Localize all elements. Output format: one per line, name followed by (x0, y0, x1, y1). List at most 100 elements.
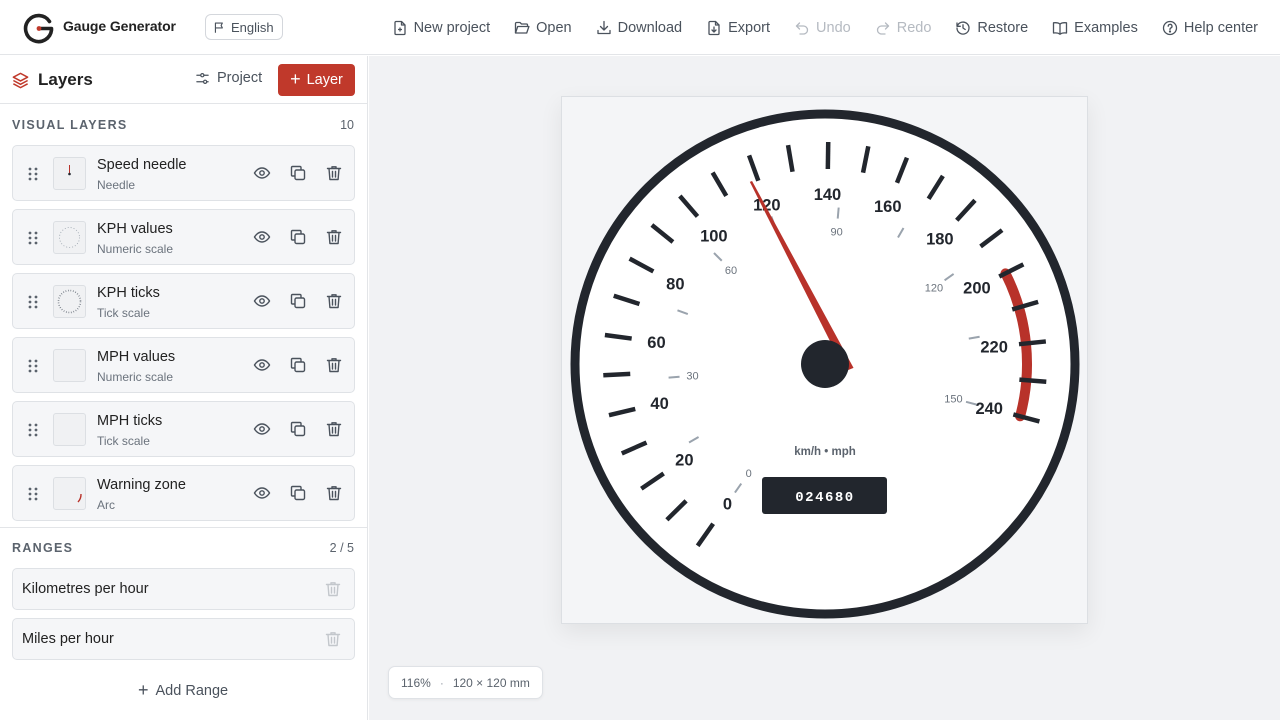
mph-label: 0 (746, 468, 752, 480)
layer-item-mph-values[interactable]: MPH values Numeric scale (12, 337, 355, 393)
range-item-kph[interactable]: Kilometres per hour (12, 568, 355, 610)
kph-label: 200 (963, 280, 991, 298)
zoom-level: 116% (401, 675, 431, 690)
file-plus-icon (393, 20, 406, 35)
eye-icon[interactable] (253, 164, 271, 182)
visual-layers-heading: VISUAL LAYERS (12, 118, 128, 132)
gauge-artboard[interactable]: 0 20 40 60 80 100 120 140 160 180 200 220 240 0 30 60 90… (561, 96, 1088, 624)
toolbar: New project Open Download Export Undo Re… (392, 0, 1258, 55)
add-layer-button[interactable]: + Layer (278, 64, 355, 96)
trash-icon[interactable] (324, 630, 342, 648)
top-bar: Gauge Generator English New project Open… (0, 0, 1280, 55)
book-open-icon (1053, 21, 1068, 35)
kph-label: 40 (650, 395, 668, 413)
mph-label: 120 (925, 283, 943, 295)
open-label: Open (536, 19, 572, 36)
help-center-label: Help center (1183, 19, 1258, 36)
kph-label: 0 (723, 495, 732, 513)
mph-tick (668, 375, 680, 379)
drag-handle-icon[interactable] (27, 486, 39, 502)
help-center-button[interactable]: Help center (1162, 20, 1258, 36)
eye-icon[interactable] (253, 420, 271, 438)
drag-handle-icon[interactable] (27, 358, 39, 374)
speedometer-gauge: 0 20 40 60 80 100 120 140 160 180 200 220 240 0 30 60 90… (570, 109, 1080, 619)
layer-item-mph-ticks[interactable]: MPH ticks Tick scale (12, 401, 355, 457)
add-range-button[interactable]: + Add Range (138, 681, 228, 699)
mph-label: 90 (830, 227, 842, 239)
kph-label: 240 (975, 400, 1003, 418)
ranges-count: 2 / 5 (329, 541, 354, 555)
odometer-value: 024680 (795, 490, 854, 506)
new-project-button[interactable]: New project (392, 19, 491, 36)
download-icon (596, 20, 611, 34)
undo-button[interactable]: Undo (794, 20, 851, 36)
duplicate-icon[interactable] (289, 484, 307, 502)
trash-icon[interactable] (325, 484, 343, 502)
needle-hub (801, 340, 849, 388)
kph-label: 220 (980, 339, 1008, 357)
drag-handle-icon[interactable] (27, 166, 39, 182)
project-settings-button[interactable]: Project (195, 70, 262, 86)
layer-name: MPH values (97, 349, 176, 365)
layer-name: Warning zone (97, 477, 186, 493)
examples-label: Examples (1074, 19, 1138, 36)
sidebar-header: Layers Project + Layer (0, 56, 367, 104)
trash-icon[interactable] (324, 580, 342, 598)
kph-tick (1019, 377, 1047, 384)
redo-label: Redo (896, 19, 932, 36)
layer-thumbnail (53, 477, 86, 510)
duplicate-icon[interactable] (289, 292, 307, 310)
flag-icon (214, 21, 223, 33)
trash-icon[interactable] (325, 356, 343, 374)
trash-icon[interactable] (325, 292, 343, 310)
zoom-indicator: 116% · 120 × 120 mm (388, 666, 543, 699)
drag-handle-icon[interactable] (27, 294, 39, 310)
duplicate-icon[interactable] (289, 356, 307, 374)
layer-type: Numeric scale (97, 370, 174, 384)
restore-button[interactable]: Restore (955, 20, 1028, 36)
trash-icon[interactable] (325, 164, 343, 182)
kph-tick (1018, 339, 1047, 347)
layer-item-warning-zone[interactable]: Warning zone Arc (12, 465, 355, 521)
kph-label: 60 (647, 334, 665, 352)
drag-handle-icon[interactable] (27, 230, 39, 246)
open-button[interactable]: Open (514, 19, 572, 36)
sliders-icon (196, 72, 209, 84)
layer-item-speed-needle[interactable]: Speed needle Needle (12, 145, 355, 201)
drag-handle-icon[interactable] (27, 422, 39, 438)
duplicate-icon[interactable] (289, 420, 307, 438)
download-button[interactable]: Download (596, 20, 682, 36)
kph-label: 140 (814, 186, 842, 204)
trash-icon[interactable] (325, 228, 343, 246)
trash-icon[interactable] (325, 420, 343, 438)
range-item-mph[interactable]: Miles per hour (12, 618, 355, 660)
examples-button[interactable]: Examples (1052, 20, 1138, 36)
eye-icon[interactable] (253, 228, 271, 246)
redo-button[interactable]: Redo (875, 19, 932, 36)
duplicate-icon[interactable] (289, 228, 307, 246)
layer-name: Speed needle (97, 157, 187, 173)
mph-label: 60 (725, 265, 737, 277)
sidebar-title: Layers (38, 70, 93, 89)
ranges-heading: RANGES (12, 541, 74, 555)
eye-icon[interactable] (253, 356, 271, 374)
layer-thumbnail (53, 221, 86, 254)
mph-label: 30 (686, 371, 698, 383)
layer-item-kph-values[interactable]: KPH values Numeric scale (12, 209, 355, 265)
new-project-label: New project (413, 19, 491, 36)
canvas-area[interactable]: 0 20 40 60 80 100 120 140 160 180 200 220 240 0 30 60 90… (369, 56, 1280, 720)
layer-type: Numeric scale (97, 242, 174, 256)
gauge-generator-logo (23, 13, 54, 44)
kph-tick (603, 371, 631, 378)
duplicate-icon[interactable] (289, 164, 307, 182)
layer-item-kph-ticks[interactable]: KPH ticks Tick scale (12, 273, 355, 329)
eye-icon[interactable] (253, 292, 271, 310)
restore-label: Restore (977, 19, 1029, 36)
mph-label: 150 (944, 393, 962, 405)
layer-type: Tick scale (97, 434, 150, 448)
kph-label: 20 (675, 451, 693, 469)
export-button[interactable]: Export (706, 20, 770, 36)
eye-icon[interactable] (253, 484, 271, 502)
range-name: Miles per hour (22, 631, 114, 647)
language-button[interactable]: English (205, 14, 283, 40)
